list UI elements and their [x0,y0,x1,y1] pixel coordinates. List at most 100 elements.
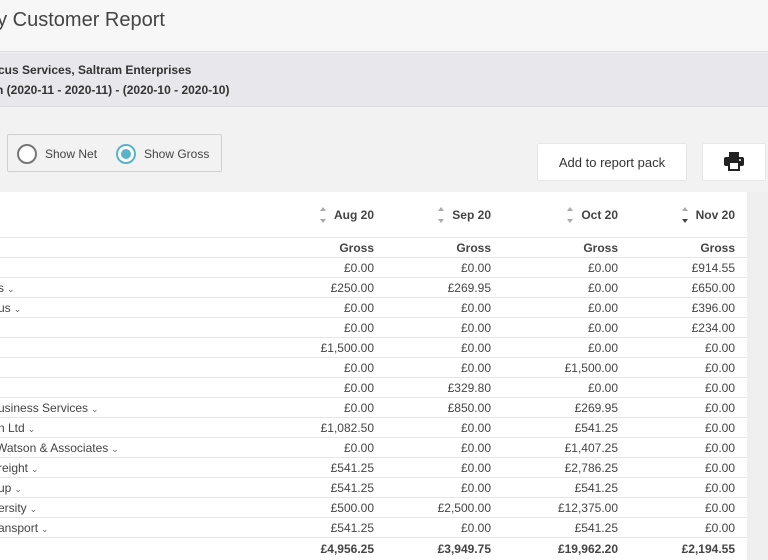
subheader-gross: Gross [583,241,618,255]
total-oct: £19,962.20 [557,542,618,556]
customer-name[interactable]: ansport ⌄ [0,518,49,538]
chevron-down-icon[interactable]: ⌄ [14,299,22,319]
chevron-down-icon[interactable]: ⌄ [41,519,49,539]
table-cell: £234.00 [691,321,735,335]
customer-name[interactable]: usiness Services ⌄ [0,398,99,418]
chevron-down-icon[interactable]: ⌄ [30,499,38,519]
table-cell: £0.00 [704,341,735,355]
table-cell: £0.00 [704,441,735,455]
table-row: reight ⌄ £541.25 £0.00 £2,786.25 £0.00 [0,458,747,478]
table-row: £1,500.00 £0.00 £0.00 £0.00 [0,338,747,358]
customer-name[interactable]: up ⌄ [0,478,22,498]
table-cell: £0.00 [460,361,491,375]
table-cell: £0.00 [704,401,735,415]
chevron-down-icon[interactable]: ⌄ [91,399,99,419]
chevron-down-icon[interactable]: ⌄ [111,439,119,459]
column-header-sep[interactable]: Sep 20 [376,205,491,225]
customer-name[interactable]: Watson & Associates ⌄ [0,438,119,458]
show-gross-label: Show Gross [144,147,210,161]
add-to-report-pack-button[interactable]: Add to report pack [537,143,687,181]
table-cell: £0.00 [343,401,374,415]
total-sep: £3,949.75 [437,542,491,556]
table-cell: £0.00 [343,381,374,395]
table-subheader-row: Gross Gross Gross Gross [0,238,747,258]
sort-icon [319,205,328,225]
customer-name[interactable]: ersity ⌄ [0,498,37,518]
chevron-down-icon[interactable]: ⌄ [14,479,22,499]
table-cell: £650.00 [691,281,735,295]
radio-circle[interactable] [116,144,136,164]
total-aug: £4,956.25 [320,542,374,556]
show-net-radio[interactable]: Show Net [17,144,97,164]
filter-summary-panel: cus Services, Saltram Enterprises n (202… [0,53,768,107]
subheader-gross: Gross [339,241,374,255]
table-cell: £0.00 [460,261,491,275]
table-cell: £0.00 [460,321,491,335]
filter-customers: cus Services, Saltram Enterprises [0,63,192,77]
sort-desc-icon [681,205,690,225]
chevron-down-icon[interactable]: ⌄ [31,459,39,479]
table-row: s ⌄ £250.00 £269.95 £0.00 £650.00 [0,278,747,298]
table-cell: £0.00 [343,441,374,455]
table-cell: £541.25 [330,521,374,535]
table-cell: £541.25 [574,421,618,435]
table-row: us ⌄ £0.00 £0.00 £0.00 £396.00 [0,298,747,318]
printer-icon [723,151,745,174]
total-nov: £2,194.55 [681,542,735,556]
table-cell: £0.00 [587,261,618,275]
table-cell: £2,786.25 [564,461,618,475]
report-table: Aug 20 Sep 20 Oct 20 Nov 20 Gross Gross … [0,192,747,560]
table-cell: £0.00 [343,261,374,275]
scroll-gutter [747,192,768,560]
customer-name[interactable]: s ⌄ [0,278,15,298]
table-cell: £0.00 [704,361,735,375]
column-header-oct[interactable]: Oct 20 [493,205,618,225]
sort-icon [438,205,446,225]
table-cell: £0.00 [460,461,491,475]
page-title: by Customer Report [0,9,165,31]
table-row: ansport ⌄ £541.25 £0.00 £541.25 £0.00 [0,518,747,538]
table-row: £0.00 £0.00 £0.00 £234.00 [0,318,747,338]
table-cell: £500.00 [330,501,374,515]
table-cell: £0.00 [704,381,735,395]
net-gross-toggle: Show Net Show Gross [7,134,222,172]
table-cell: £0.00 [460,441,491,455]
table-row: £0.00 £0.00 £1,500.00 £0.00 [0,358,747,378]
customer-name[interactable]: us ⌄ [0,298,21,318]
table-cell: £1,407.25 [564,441,618,455]
table-cell: £850.00 [447,401,491,415]
table-cell: £541.25 [574,521,618,535]
subheader-gross: Gross [456,241,491,255]
table-cell: £12,375.00 [557,501,618,515]
table-cell: £0.00 [587,321,618,335]
table-cell: £269.95 [447,281,491,295]
chevron-down-icon[interactable]: ⌄ [7,279,15,299]
show-gross-radio[interactable]: Show Gross [116,144,209,164]
table-cell: £0.00 [587,381,618,395]
table-row: £0.00 £0.00 £0.00 £914.55 [0,258,747,278]
subheader-gross: Gross [700,241,735,255]
table-cell: £0.00 [704,481,735,495]
table-cell: £0.00 [704,421,735,435]
radio-circle[interactable] [17,144,37,164]
table-cell: £1,500.00 [564,361,618,375]
table-cell: £1,082.50 [320,421,374,435]
filter-period: n (2020-11 - 2020-11) - (2020-10 - 2020-… [0,83,230,97]
table-cell: £0.00 [343,361,374,375]
table-cell: £0.00 [704,501,735,515]
table-cell: £0.00 [460,421,491,435]
table-cell: £0.00 [460,341,491,355]
column-header-nov[interactable]: Nov 20 [620,205,735,225]
customer-name[interactable]: n Ltd ⌄ [0,418,35,438]
table-header-row: Aug 20 Sep 20 Oct 20 Nov 20 [0,192,747,238]
print-button[interactable] [702,143,766,181]
chevron-down-icon[interactable]: ⌄ [28,419,36,439]
sort-icon [567,205,575,225]
table-cell: £0.00 [704,461,735,475]
table-cell: £396.00 [691,301,735,315]
customer-name[interactable]: reight ⌄ [0,458,39,478]
table-cell: £541.25 [330,481,374,495]
page-header: by Customer Report [0,0,768,52]
table-cell: £0.00 [587,301,618,315]
column-header-aug[interactable]: Aug 20 [250,205,374,225]
